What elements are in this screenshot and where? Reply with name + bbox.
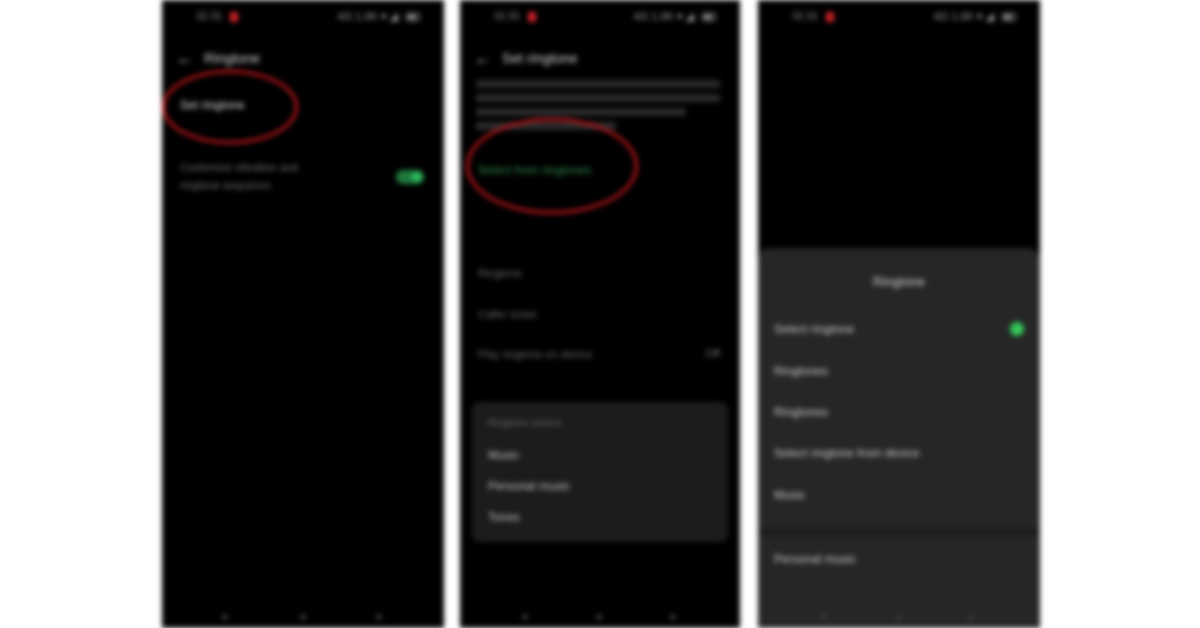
sheet-option-from-device[interactable]: Select ringtone from device — [774, 446, 919, 460]
card-item-personal-music[interactable]: Personal music — [488, 479, 570, 493]
battery-icon — [702, 13, 716, 21]
sheet-title: Ringtone — [872, 274, 926, 289]
status-time: 11:11 — [792, 10, 818, 22]
nav-home-icon[interactable] — [596, 614, 602, 620]
check-circle-icon — [1010, 322, 1024, 336]
app-notification-icon — [826, 12, 834, 22]
nav-back-icon[interactable] — [522, 614, 528, 620]
sheet-option-ringtones[interactable]: Ringtones — [774, 364, 828, 378]
card-item-music[interactable]: Music — [488, 448, 519, 462]
nav-back-icon[interactable] — [222, 614, 228, 620]
nav-home-icon[interactable] — [896, 614, 902, 620]
red-highlight-circle — [162, 70, 298, 144]
status-indicators: 4G 1.6K ▾ ◢ — [933, 11, 994, 23]
phone-screen-2: 11:11 4G 1.6K ▾ ◢ ← Set ringtone Select … — [460, 0, 740, 628]
nav-back-icon[interactable] — [820, 614, 826, 620]
sheet-option-music[interactable]: Music — [774, 488, 805, 502]
description-line — [476, 94, 720, 102]
status-time: 11:11 — [494, 10, 520, 22]
bottom-sheet: Ringtone Select ringtone Ringtones Ringt… — [758, 248, 1040, 628]
sheet-option-ringtones-2[interactable]: Ringtones — [774, 405, 828, 419]
red-highlight-circle — [466, 118, 638, 214]
page-title: Set ringtone — [502, 50, 578, 66]
nav-recents-icon[interactable] — [670, 614, 676, 620]
battery-icon — [406, 13, 420, 21]
status-time: 11:11 — [196, 10, 222, 22]
setting-toggle[interactable] — [396, 170, 424, 184]
status-bar: 11:11 4G 1.6K ▾ ◢ — [196, 10, 420, 26]
navigation-bar — [162, 610, 444, 622]
card-item-tones[interactable]: Tones — [488, 510, 520, 524]
nav-recents-icon[interactable] — [968, 614, 974, 620]
status-indicators: 4G 1.6K ▾ ◢ — [337, 11, 398, 23]
page-title: Ringtone — [204, 50, 261, 66]
sheet-divider — [758, 528, 1040, 536]
description-line — [476, 80, 720, 88]
phone-screen-1: 11:11 4G 1.6K ▾ ◢ ← Ringtone Set rington… — [162, 0, 444, 628]
battery-icon — [1002, 13, 1016, 21]
ringtone-source-card: Ringtone source Music Personal music Ton… — [472, 402, 728, 542]
status-indicators: 4G 1.6K ▾ ◢ — [633, 11, 694, 23]
sheet-option-select-ringtone[interactable]: Select ringtone — [774, 322, 854, 336]
settings-row-caller-tunes[interactable]: Caller tunes — [478, 309, 537, 321]
status-bar: 11:11 4G 1.6K ▾ ◢ — [792, 10, 1016, 26]
app-notification-icon — [230, 12, 238, 22]
navigation-bar — [758, 610, 1040, 622]
back-arrow-icon[interactable]: ← — [176, 48, 194, 69]
settings-row-value: Off — [705, 348, 720, 360]
card-title: Ringtone source — [488, 418, 561, 429]
navigation-bar — [460, 610, 740, 622]
nav-recents-icon[interactable] — [376, 614, 382, 620]
screenshot-stage: 11:11 4G 1.6K ▾ ◢ ← Ringtone Set rington… — [0, 0, 1200, 628]
sheet-option-personal-music[interactable]: Personal music — [774, 552, 856, 566]
nav-home-icon[interactable] — [300, 614, 306, 620]
back-arrow-icon[interactable]: ← — [474, 48, 492, 69]
setting-description-line-1: Customize vibration and — [180, 162, 299, 174]
phone-screen-3: 11:11 4G 1.6K ▾ ◢ Ringtone Select ringto… — [758, 0, 1040, 628]
setting-description-line-2: ringtone sequence — [180, 180, 271, 192]
settings-row-play-on-device[interactable]: Play ringtone on device — [478, 349, 592, 361]
settings-row-ringtone[interactable]: Ringtone — [478, 268, 522, 280]
status-bar: 11:11 4G 1.6K ▾ ◢ — [494, 10, 716, 26]
description-line — [476, 108, 686, 116]
app-notification-icon — [528, 12, 536, 22]
